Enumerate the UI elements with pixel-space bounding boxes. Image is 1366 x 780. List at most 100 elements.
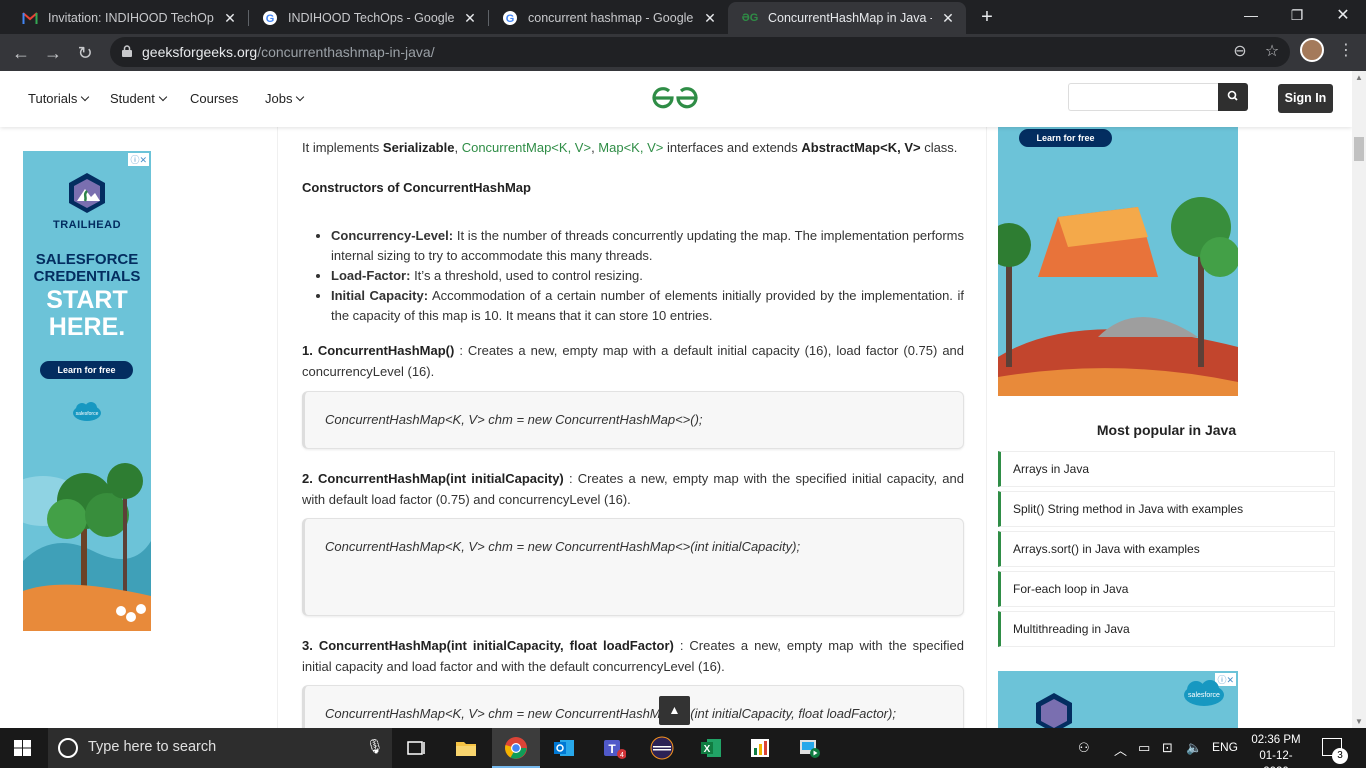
popular-link-arrays-sort[interactable]: Arrays.sort() in Java with examples bbox=[998, 531, 1335, 567]
outlook-icon[interactable] bbox=[552, 736, 576, 760]
address-bar[interactable]: geeksforgeeks.org/concurrenthashmap-in-j… bbox=[110, 37, 1290, 67]
right-advertisement[interactable]: Learn for free bbox=[998, 127, 1238, 396]
close-icon[interactable]: ✕ bbox=[940, 10, 956, 27]
file-explorer-icon[interactable] bbox=[454, 736, 478, 760]
microphone-icon[interactable]: 🎙 bbox=[366, 738, 384, 758]
tab-gfg-active[interactable]: ƏG ConcurrentHashMap in Java - Ge ✕ bbox=[728, 2, 966, 34]
eclipse-icon[interactable] bbox=[650, 736, 674, 760]
code-block-2[interactable]: ConcurrentHashMap<K, V> chm = new Concur… bbox=[302, 518, 964, 616]
back-icon[interactable]: ← bbox=[8, 40, 34, 66]
windows-start-icon[interactable] bbox=[14, 740, 31, 756]
project-chart-icon[interactable] bbox=[748, 736, 772, 760]
reload-icon[interactable]: ↻ bbox=[72, 40, 98, 66]
battery-icon[interactable]: ▭ bbox=[1138, 740, 1150, 756]
popular-link-split[interactable]: Split() String method in Java with examp… bbox=[998, 491, 1335, 527]
trailhead-logo bbox=[1036, 693, 1072, 728]
task-view-icon[interactable] bbox=[404, 736, 428, 760]
forward-icon[interactable]: → bbox=[40, 40, 66, 66]
ad-headline: SALESFORCE CREDENTIALS bbox=[33, 251, 141, 285]
taskbar-search-placeholder: Type here to search bbox=[88, 739, 217, 755]
scroll-up-arrow[interactable]: ▲ bbox=[1352, 73, 1366, 82]
media-player-icon[interactable] bbox=[797, 736, 821, 760]
scroll-thumb[interactable] bbox=[1354, 137, 1364, 161]
scroll-down-arrow[interactable]: ▼ bbox=[1352, 717, 1366, 726]
window-close-icon[interactable]: ✕ bbox=[1320, 0, 1366, 30]
link-map[interactable]: Map<K, V> bbox=[598, 140, 663, 155]
left-advertisement[interactable]: ⓘ✕ TRAILHEAD SALESFORCE CREDENTIALS START… bbox=[23, 151, 151, 631]
nav-tutorials[interactable]: Tutorials bbox=[28, 91, 90, 106]
page-scrollbar[interactable]: ▲ ▼ bbox=[1352, 71, 1366, 728]
excel-icon[interactable]: X bbox=[699, 736, 723, 760]
trailhead-label: TRAILHEAD bbox=[52, 219, 122, 231]
nav-courses[interactable]: Courses bbox=[190, 91, 238, 106]
system-clock[interactable]: 02:36 PM 01-12-2020 bbox=[1248, 732, 1304, 780]
constructor-1-desc: 1. ConcurrentHashMap() : Creates a new, … bbox=[302, 343, 965, 379]
network-icon[interactable]: ⊡ bbox=[1162, 740, 1173, 756]
search-icon bbox=[1227, 90, 1238, 101]
gfg-icon: ƏG bbox=[741, 12, 759, 24]
learn-for-free-button[interactable]: Learn for free bbox=[1019, 129, 1112, 147]
chevron-down-icon bbox=[296, 92, 305, 102]
browser-tab-strip: Invitation: INDIHOOD TechOps (T ✕ G INDI… bbox=[0, 0, 1366, 34]
taskbar-search-box[interactable]: Type here to search 🎙 bbox=[48, 728, 392, 768]
tab-title: concurrent hashmap - Google Se bbox=[528, 11, 694, 25]
most-popular-widget: Most popular in Java Arrays in Java Spli… bbox=[998, 411, 1335, 651]
tab-title: INDIHOOD TechOps - Google Se bbox=[288, 11, 454, 25]
svg-text:salesforce: salesforce bbox=[76, 411, 99, 417]
webpage: Tutorials Student Courses Jobs Sign In ⓘ… bbox=[0, 71, 1352, 728]
popular-link-arrays[interactable]: Arrays in Java bbox=[998, 451, 1335, 487]
ad-start-here: START HERE. bbox=[46, 286, 128, 341]
svg-text:salesforce: salesforce bbox=[1188, 692, 1220, 699]
chrome-icon[interactable] bbox=[504, 736, 528, 760]
menu-icon[interactable]: ⋮ bbox=[1336, 40, 1356, 60]
nav-jobs[interactable]: Jobs bbox=[265, 91, 305, 106]
gfg-logo[interactable] bbox=[652, 85, 698, 111]
zoom-icon[interactable]: ⊖ bbox=[1230, 42, 1250, 62]
close-icon[interactable]: ✕ bbox=[222, 10, 238, 27]
chevron-down-icon bbox=[158, 92, 168, 102]
new-tab-button[interactable]: + bbox=[976, 6, 998, 28]
constructor-params-list: Concurrency-Level: It is the number of t… bbox=[302, 226, 964, 326]
sign-in-button[interactable]: Sign In bbox=[1278, 84, 1333, 113]
code-block-1[interactable]: ConcurrentHashMap<K, V> chm = new Concur… bbox=[302, 391, 964, 449]
learn-for-free-button[interactable]: Learn for free bbox=[40, 361, 133, 379]
bookmark-star-icon[interactable]: ☆ bbox=[1262, 42, 1282, 62]
tab-google-search-hashmap[interactable]: G concurrent hashmap - Google Se ✕ bbox=[488, 2, 728, 34]
list-item: Initial Capacity: Accommodation of a cer… bbox=[331, 286, 964, 326]
trailhead-logo bbox=[69, 173, 105, 213]
constructor-3-desc: 3. ConcurrentHashMap(int initialCapacity… bbox=[302, 638, 964, 674]
people-icon[interactable]: ⚇ bbox=[1078, 740, 1090, 756]
list-item: Load-Factor: It’s a threshold, used to c… bbox=[331, 266, 964, 286]
svg-text:X: X bbox=[704, 744, 711, 755]
constructor-2-desc: 2. ConcurrentHashMap(int initialCapacity… bbox=[302, 471, 964, 507]
tab-gmail-invitation[interactable]: Invitation: INDIHOOD TechOps (T ✕ bbox=[8, 2, 248, 34]
close-icon[interactable]: ✕ bbox=[702, 10, 718, 27]
salesforce-cloud-icon: salesforce bbox=[1184, 680, 1224, 706]
restore-icon[interactable]: ❐ bbox=[1274, 0, 1320, 30]
list-item: Concurrency-Level: It is the number of t… bbox=[331, 226, 964, 266]
scroll-to-top-button[interactable]: ▲ bbox=[659, 696, 690, 725]
tray-chevron-up-icon[interactable]: ︿ bbox=[1114, 740, 1127, 759]
popular-link-multithreading[interactable]: Multithreading in Java bbox=[998, 611, 1335, 647]
svg-text:G: G bbox=[266, 13, 275, 25]
right-advertisement-2[interactable]: ⓘ✕ salesforce bbox=[998, 671, 1238, 728]
link-concurrentmap[interactable]: ConcurrentMap<K, V> bbox=[462, 140, 591, 155]
section-heading: Constructors of ConcurrentHashMap bbox=[302, 180, 531, 195]
tab-google-search-indihood[interactable]: G INDIHOOD TechOps - Google Se ✕ bbox=[248, 2, 488, 34]
teams-icon[interactable]: T4 bbox=[602, 736, 626, 760]
code-block-3[interactable]: ConcurrentHashMap<K, V> chm = new Concur… bbox=[302, 685, 964, 728]
nav-student[interactable]: Student bbox=[110, 91, 168, 106]
close-icon[interactable]: ✕ bbox=[462, 10, 478, 27]
volume-icon[interactable]: 🔈 bbox=[1186, 740, 1202, 756]
google-icon: G bbox=[262, 10, 278, 26]
minimize-icon[interactable]: — bbox=[1228, 0, 1274, 30]
svg-text:4: 4 bbox=[620, 752, 624, 759]
popular-link-foreach[interactable]: For-each loop in Java bbox=[998, 571, 1335, 607]
gmail-icon bbox=[22, 10, 38, 26]
search-input[interactable] bbox=[1068, 83, 1218, 111]
svg-text:T: T bbox=[608, 742, 616, 756]
search-button[interactable] bbox=[1218, 83, 1248, 111]
language-indicator[interactable]: ENG bbox=[1212, 740, 1238, 754]
profile-avatar[interactable] bbox=[1300, 38, 1324, 62]
ad-choices-icon[interactable]: ⓘ✕ bbox=[128, 153, 149, 166]
